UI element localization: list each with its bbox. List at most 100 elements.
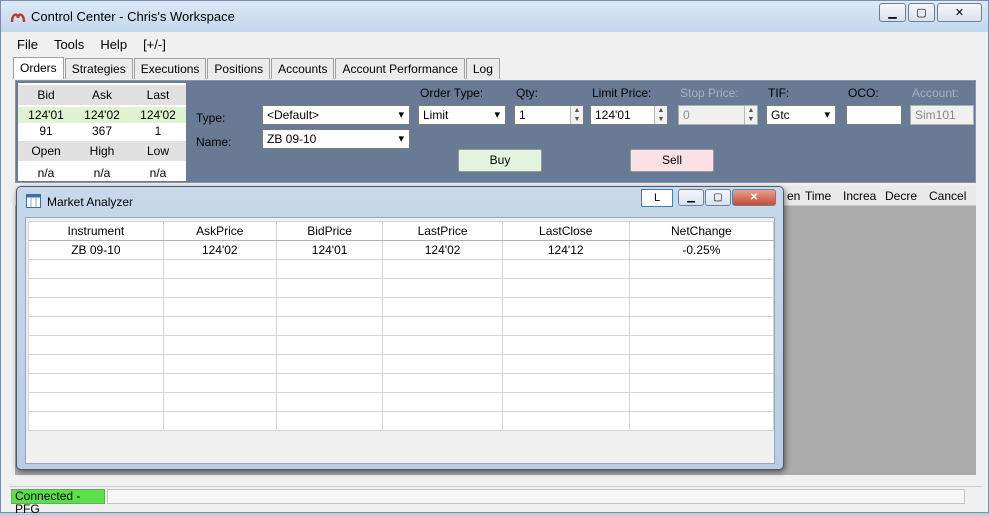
grid-window-icon (26, 194, 41, 208)
grid-col-decrease[interactable]: Decre (885, 189, 917, 203)
type-dropdown[interactable]: <Default> (262, 105, 410, 125)
empty-row[interactable] (28, 392, 775, 412)
analyzer-table: Instrument AskPrice BidPrice LastPrice L… (28, 221, 775, 431)
menu-tools[interactable]: Tools (46, 37, 92, 52)
empty-row[interactable] (28, 411, 775, 431)
analyzer-maximize-button[interactable]: ▢ (705, 189, 731, 206)
name-label: Name: (196, 135, 232, 149)
menu-toggle[interactable]: [+/-] (135, 37, 174, 52)
tab-strip: Orders Strategies Executions Positions A… (13, 57, 501, 79)
sell-button[interactable]: Sell (630, 149, 714, 172)
maximize-button[interactable]: ▢ (908, 3, 935, 22)
account-input: Sim101 (910, 105, 974, 125)
bid-price: 124'01 (28, 108, 64, 122)
open-value: n/a (37, 166, 55, 180)
qty-value: 1 (519, 108, 526, 122)
tab-log[interactable]: Log (465, 58, 500, 79)
grid-col-en[interactable]: en (787, 189, 800, 203)
order-entry-panel: Bid Ask Last 124'01 124'02 124'02 91 367… (15, 80, 976, 183)
instrument-dropdown[interactable]: ZB 09-10 (262, 129, 410, 149)
col-bidprice[interactable]: BidPrice (275, 221, 384, 241)
tab-account-performance[interactable]: Account Performance (335, 58, 465, 79)
oco-input[interactable] (846, 105, 902, 125)
empty-row[interactable] (28, 297, 775, 317)
limit-price-label: Limit Price: (592, 86, 652, 100)
cell-askprice[interactable]: 124'02 (162, 240, 277, 260)
ninja-logo-icon (10, 13, 26, 23)
cell-netchange[interactable]: -0.25% (628, 240, 775, 260)
tab-strategies[interactable]: Strategies (64, 58, 133, 79)
col-lastprice[interactable]: LastPrice (382, 221, 503, 241)
limit-price-input[interactable]: 124'01 ▲ ▼ (590, 105, 668, 125)
ask-size: 367 (91, 124, 113, 138)
quote-sizes: 91 367 1 (18, 123, 186, 139)
cell-bidprice[interactable]: 124'01 (275, 240, 384, 260)
connection-status: Connected - PFG (11, 489, 105, 516)
quote-header-2: Open High Low (18, 141, 186, 161)
col-lastclose[interactable]: LastClose (501, 221, 630, 241)
empty-row[interactable] (28, 335, 775, 355)
col-netchange[interactable]: NetChange (628, 221, 775, 241)
type-label: Type: (196, 111, 226, 125)
grid-col-time[interactable]: Time (805, 189, 831, 203)
analyzer-close-button[interactable]: ✕ (732, 189, 776, 206)
grid-col-increase[interactable]: Increa (843, 189, 876, 203)
limit-price-spinner[interactable]: ▲ ▼ (654, 106, 667, 124)
tab-positions[interactable]: Positions (207, 58, 271, 79)
stop-price-input: 0 ▲ ▼ (678, 105, 758, 125)
window-title: Control Center - Chris's Workspace (31, 9, 235, 24)
link-button[interactable]: L (641, 189, 673, 207)
tab-accounts[interactable]: Accounts (271, 58, 335, 79)
empty-row[interactable] (28, 354, 775, 374)
title-bar[interactable]: Control Center - Chris's Workspace ▁ ▢ ✕ (1, 1, 988, 32)
stop-price-value: 0 (683, 108, 690, 122)
order-type-dropdown[interactable]: Limit (418, 105, 506, 125)
empty-row[interactable] (28, 278, 775, 298)
close-button[interactable]: ✕ (937, 3, 982, 22)
qty-input[interactable]: 1 ▲ ▼ (514, 105, 584, 125)
menu-bar: File Tools Help [+/-] (9, 33, 980, 55)
stop-price-spinner: ▲ ▼ (744, 106, 757, 124)
minimize-button[interactable]: ▁ (879, 3, 906, 22)
empty-row[interactable] (28, 316, 775, 336)
quote-header: Bid Ask Last (18, 85, 186, 105)
col-instrument[interactable]: Instrument (28, 221, 164, 241)
quote-values-2: n/a n/a n/a (18, 165, 186, 181)
analyzer-minimize-button[interactable]: ▁ (678, 189, 704, 206)
window-controls: ▁ ▢ ✕ (877, 3, 982, 22)
menu-file[interactable]: File (9, 37, 46, 52)
ask-header: Ask (91, 88, 112, 102)
low-value: n/a (149, 166, 167, 180)
oco-label: OCO: (848, 86, 879, 100)
order-type-label: Order Type: (420, 86, 484, 100)
tab-executions[interactable]: Executions (133, 58, 207, 79)
col-askprice[interactable]: AskPrice (162, 221, 277, 241)
table-row[interactable]: ZB 09-10 124'02 124'01 124'02 124'12 -0.… (28, 240, 775, 260)
status-bar: Connected - PFG (9, 486, 982, 516)
tif-dropdown[interactable]: Gtc (766, 105, 836, 125)
buy-button[interactable]: Buy (458, 149, 542, 172)
analyzer-rows: ZB 09-10 124'02 124'01 124'02 124'12 -0.… (28, 240, 775, 431)
quote-box: Bid Ask Last 124'01 124'02 124'02 91 367… (18, 83, 186, 181)
stop-price-label: Stop Price: (680, 86, 739, 100)
high-header: High (89, 144, 115, 158)
market-analyzer-window: Market Analyzer L ▁ ▢ ✕ Instrument AskPr… (16, 186, 784, 470)
qty-spinner[interactable]: ▲ ▼ (570, 106, 583, 124)
cell-lastclose[interactable]: 124'12 (501, 240, 630, 260)
last-price: 124'02 (140, 108, 176, 122)
empty-row[interactable] (28, 259, 775, 279)
cell-lastprice[interactable]: 124'02 (382, 240, 503, 260)
empty-row[interactable] (28, 373, 775, 393)
analyzer-header-row: Instrument AskPrice BidPrice LastPrice L… (28, 221, 775, 241)
qty-label: Qty: (516, 86, 539, 100)
low-header: Low (146, 144, 169, 158)
limit-price-value: 124'01 (595, 108, 631, 122)
last-size: 1 (154, 124, 162, 138)
cell-instrument[interactable]: ZB 09-10 (28, 240, 164, 260)
high-value: n/a (93, 166, 111, 180)
menu-help[interactable]: Help (92, 37, 135, 52)
grid-col-cancel[interactable]: Cancel (929, 189, 966, 203)
ask-price: 124'02 (84, 108, 120, 122)
market-analyzer-title: Market Analyzer (47, 195, 134, 209)
tab-orders[interactable]: Orders (13, 57, 64, 79)
